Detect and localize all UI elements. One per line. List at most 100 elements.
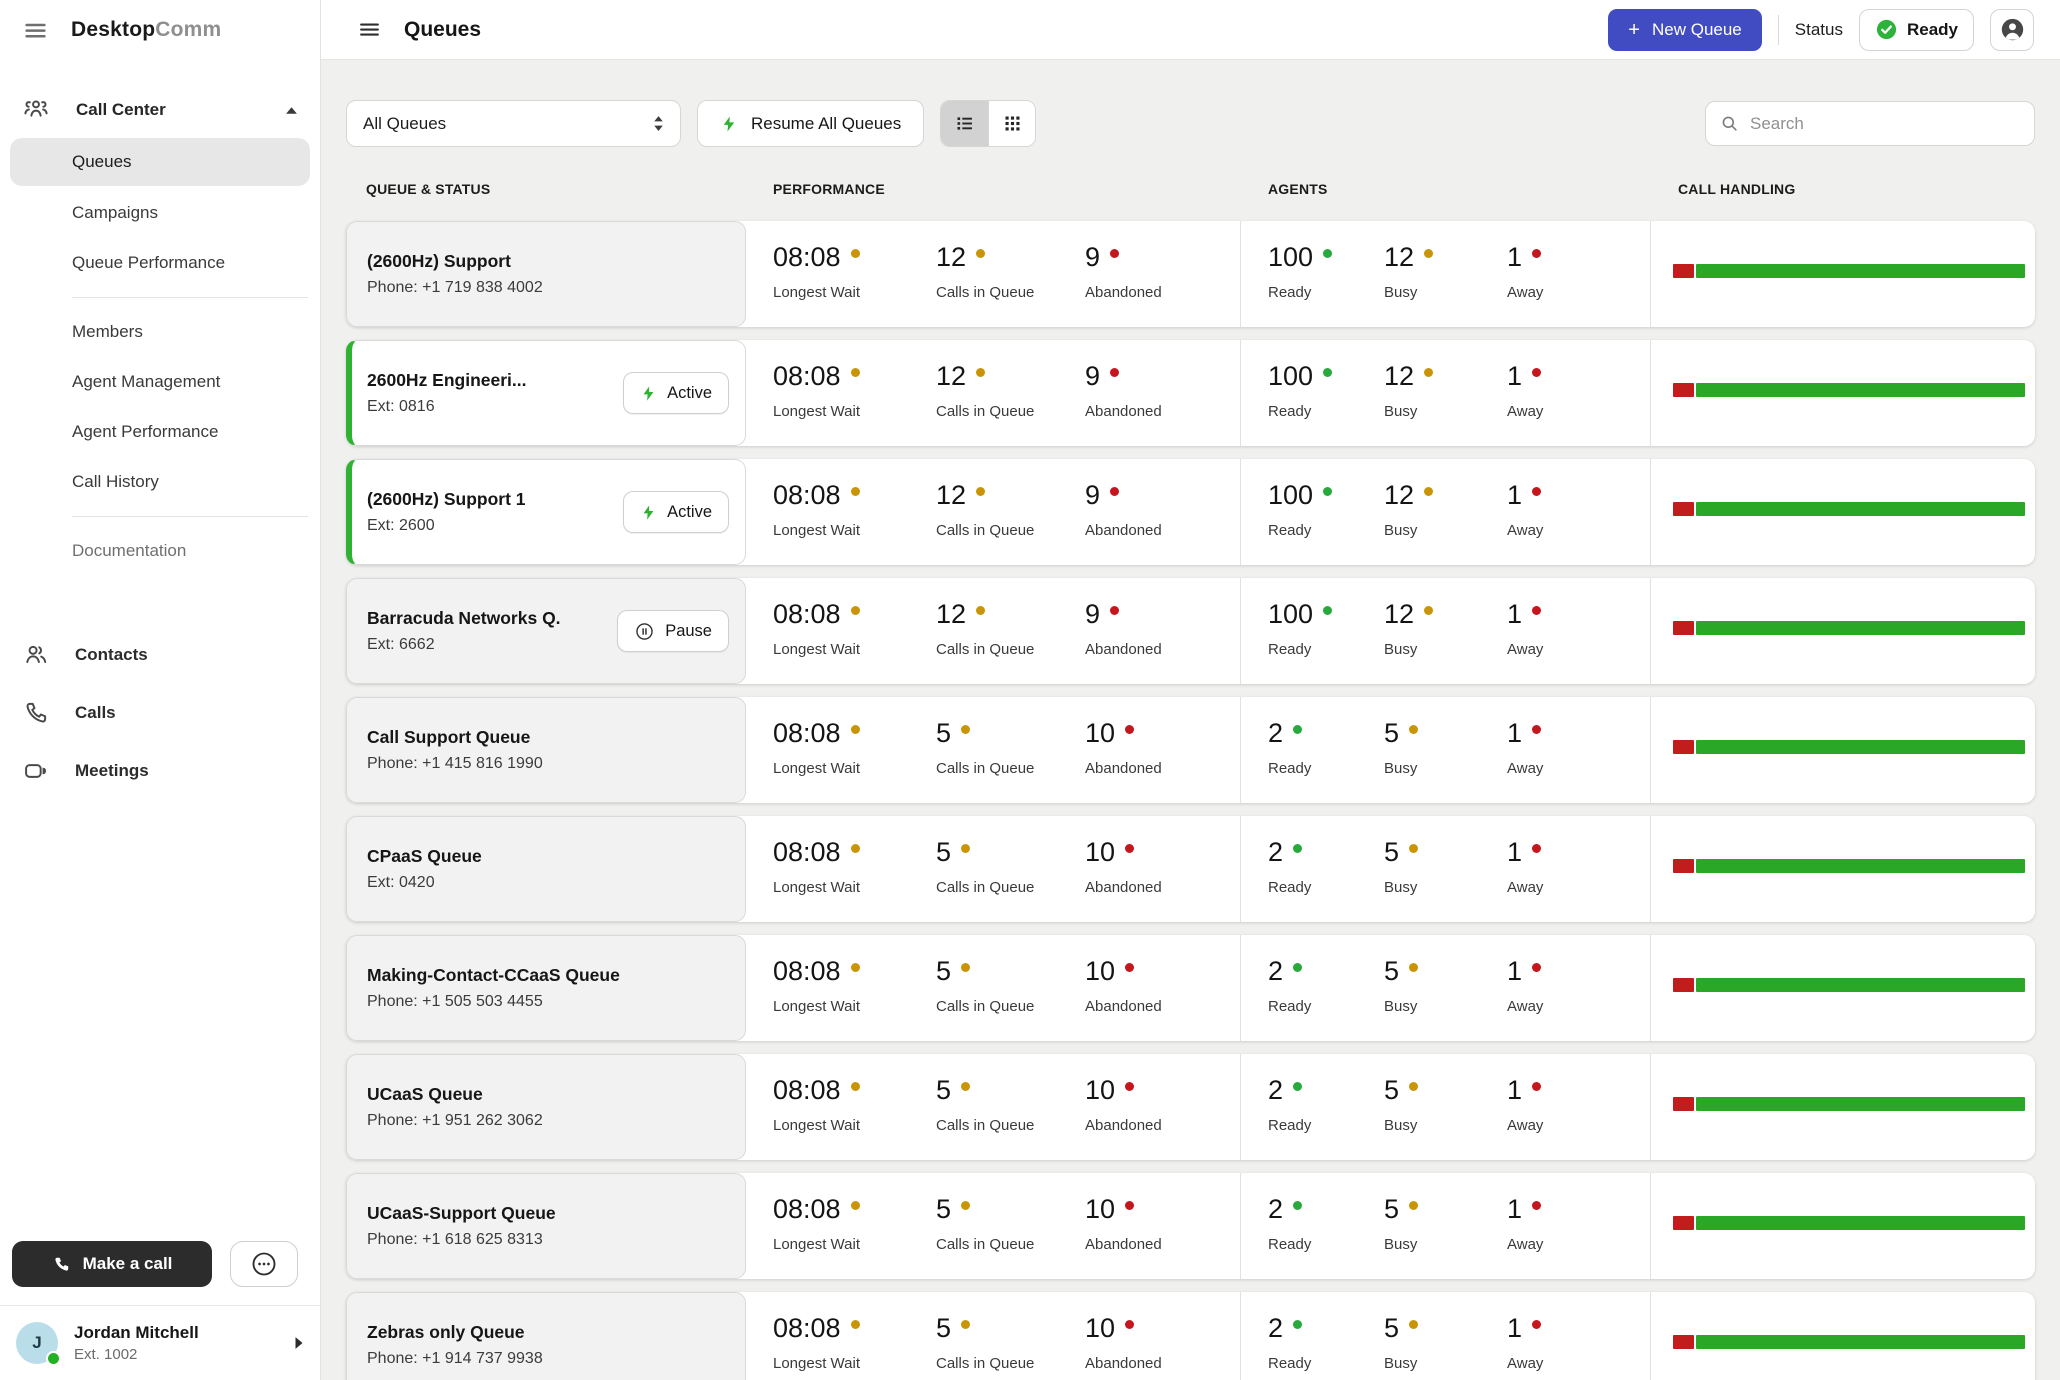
bar-red — [1673, 621, 1694, 635]
queue-status-cell[interactable]: Barracuda Networks Q. Ext: 6662 Pause — [346, 578, 746, 684]
abandoned-value: 10 — [1085, 1194, 1115, 1225]
queue-row: Zebras only Queue Phone: +1 914 737 9938… — [346, 1292, 2035, 1380]
amber-dot-icon — [851, 487, 860, 496]
abandoned-value: 10 — [1085, 1075, 1115, 1106]
sidebar-item-members[interactable]: Members — [10, 307, 310, 357]
stat-calls-in-queue: 5 Calls in Queue — [936, 837, 1085, 922]
stat-abandoned: 10 Abandoned — [1085, 718, 1240, 803]
queue-row: Barracuda Networks Q. Ext: 6662 Pause 08… — [346, 578, 2035, 684]
sidebar-item-meetings[interactable]: Meetings — [10, 742, 310, 800]
page-hamburger-button[interactable] — [357, 17, 382, 42]
bar-green — [1696, 740, 2025, 754]
search-input[interactable] — [1750, 114, 2020, 134]
pause-circle-icon — [634, 621, 655, 642]
green-dot-icon — [1323, 487, 1332, 496]
ready-value: 2 — [1268, 837, 1283, 868]
queue-status-cell[interactable]: CPaaS Queue Ext: 0420 — [346, 816, 746, 922]
queue-state-badge[interactable]: Pause — [617, 610, 729, 652]
more-options-button[interactable] — [230, 1241, 298, 1287]
ready-label: Ready — [1268, 1236, 1384, 1253]
queue-state-badge[interactable]: Active — [623, 372, 729, 414]
caret-up-icon[interactable] — [285, 106, 298, 115]
queue-state-badge[interactable]: Active — [623, 491, 729, 533]
search-box — [1705, 101, 2035, 146]
stat-abandoned: 10 Abandoned — [1085, 837, 1240, 922]
logo-bold: Desktop — [71, 18, 155, 41]
queue-status-cell[interactable]: Making-Contact-CCaaS Queue Phone: +1 505… — [346, 935, 746, 1041]
sidebar-item-calls[interactable]: Calls — [10, 684, 310, 742]
queue-info: (2600Hz) Support Phone: +1 719 838 4002 — [367, 251, 543, 297]
red-dot-icon — [1110, 487, 1119, 496]
abandoned-label: Abandoned — [1085, 403, 1240, 420]
queue-status-cell[interactable]: UCaaS-Support Queue Phone: +1 618 625 83… — [346, 1173, 746, 1279]
queue-filter-value: All Queues — [363, 114, 446, 134]
user-extension: Ext. 1002 — [74, 1346, 278, 1363]
stat-abandoned: 9 Abandoned — [1085, 361, 1240, 446]
bar-red — [1673, 1097, 1694, 1111]
make-a-call-button[interactable]: Make a call — [12, 1241, 212, 1287]
sidebar-item-queue-performance[interactable]: Queue Performance — [10, 238, 310, 288]
chevron-right-icon[interactable] — [294, 1336, 304, 1350]
sidebar-item-queues[interactable]: Queues — [10, 138, 310, 186]
new-queue-button[interactable]: + New Queue — [1608, 9, 1761, 51]
table-header: QUEUE & STATUS PERFORMANCE AGENTS CALL H… — [346, 181, 2035, 197]
queue-status-cell[interactable]: 2600Hz Engineeri... Ext: 0816 Active — [346, 340, 746, 446]
queue-contact: Ext: 0420 — [367, 874, 482, 892]
queue-status-cell[interactable]: Zebras only Queue Phone: +1 914 737 9938 — [346, 1292, 746, 1380]
red-dot-icon — [1125, 963, 1134, 972]
agent-status-button[interactable]: Ready — [1859, 9, 1974, 51]
red-dot-icon — [1110, 368, 1119, 377]
queue-status-cell[interactable]: Call Support Queue Phone: +1 415 816 199… — [346, 697, 746, 803]
ready-label: Ready — [1268, 1117, 1384, 1134]
sidebar-item-agent-management[interactable]: Agent Management — [10, 357, 310, 407]
status-label: Status — [1795, 20, 1843, 40]
stat-calls-in-queue: 5 Calls in Queue — [936, 956, 1085, 1041]
longest-wait-label: Longest Wait — [773, 760, 936, 777]
busy-label: Busy — [1384, 284, 1507, 301]
amber-dot-icon — [851, 1201, 860, 1210]
longest-wait-value: 08:08 — [773, 837, 841, 868]
amber-dot-icon — [851, 368, 860, 377]
sidebar-item-call-history[interactable]: Call History — [10, 457, 310, 507]
stat-abandoned: 9 Abandoned — [1085, 480, 1240, 565]
abandoned-label: Abandoned — [1085, 1236, 1240, 1253]
sidebar-item-agent-performance[interactable]: Agent Performance — [10, 407, 310, 457]
list-view-button[interactable] — [941, 101, 988, 146]
longest-wait-label: Longest Wait — [773, 641, 936, 658]
sidebar-item-campaigns[interactable]: Campaigns — [10, 188, 310, 238]
stat-ready: 100 Ready — [1268, 480, 1384, 565]
amber-dot-icon — [961, 725, 970, 734]
calls-in-queue-label: Calls in Queue — [936, 1355, 1085, 1372]
green-dot-icon — [1293, 963, 1302, 972]
ready-label: Ready — [1268, 760, 1384, 777]
green-dot-icon — [1293, 1320, 1302, 1329]
stat-calls-in-queue: 12 Calls in Queue — [936, 242, 1085, 327]
call-handling-bar — [1673, 264, 2025, 278]
queue-contact: Phone: +1 618 625 8313 — [367, 1231, 556, 1249]
queue-filter-select[interactable]: All Queues — [346, 100, 681, 147]
sidebar-item-documentation[interactable]: Documentation — [10, 526, 310, 576]
stat-calls-in-queue: 5 Calls in Queue — [936, 718, 1085, 803]
resume-all-queues-button[interactable]: Resume All Queues — [697, 100, 924, 147]
sidebar-hamburger-button[interactable] — [22, 17, 49, 44]
current-user[interactable]: J Jordan Mitchell Ext. 1002 — [0, 1306, 320, 1380]
user-avatar: J — [16, 1322, 58, 1364]
red-dot-icon — [1125, 844, 1134, 853]
amber-dot-icon — [961, 1320, 970, 1329]
queue-name: (2600Hz) Support — [367, 251, 543, 272]
profile-button[interactable] — [1990, 9, 2034, 51]
queue-info: UCaaS-Support Queue Phone: +1 618 625 83… — [367, 1203, 556, 1249]
lightning-bolt-icon — [640, 384, 657, 403]
grid-view-button[interactable] — [988, 101, 1035, 146]
queue-status-cell[interactable]: (2600Hz) Support Phone: +1 719 838 4002 — [346, 221, 746, 327]
grid-view-icon — [1002, 113, 1023, 134]
sidebar-section-call-center[interactable]: Call Center — [10, 90, 310, 138]
check-circle-icon — [1875, 18, 1898, 41]
sidebar-item-contacts[interactable]: Contacts — [10, 626, 310, 684]
amber-dot-icon — [1409, 725, 1418, 734]
queue-status-cell[interactable]: UCaaS Queue Phone: +1 951 262 3062 — [346, 1054, 746, 1160]
queue-status-cell[interactable]: (2600Hz) Support 1 Ext: 2600 Active — [346, 459, 746, 565]
busy-label: Busy — [1384, 403, 1507, 420]
calls-in-queue-label: Calls in Queue — [936, 760, 1085, 777]
busy-label: Busy — [1384, 1236, 1507, 1253]
